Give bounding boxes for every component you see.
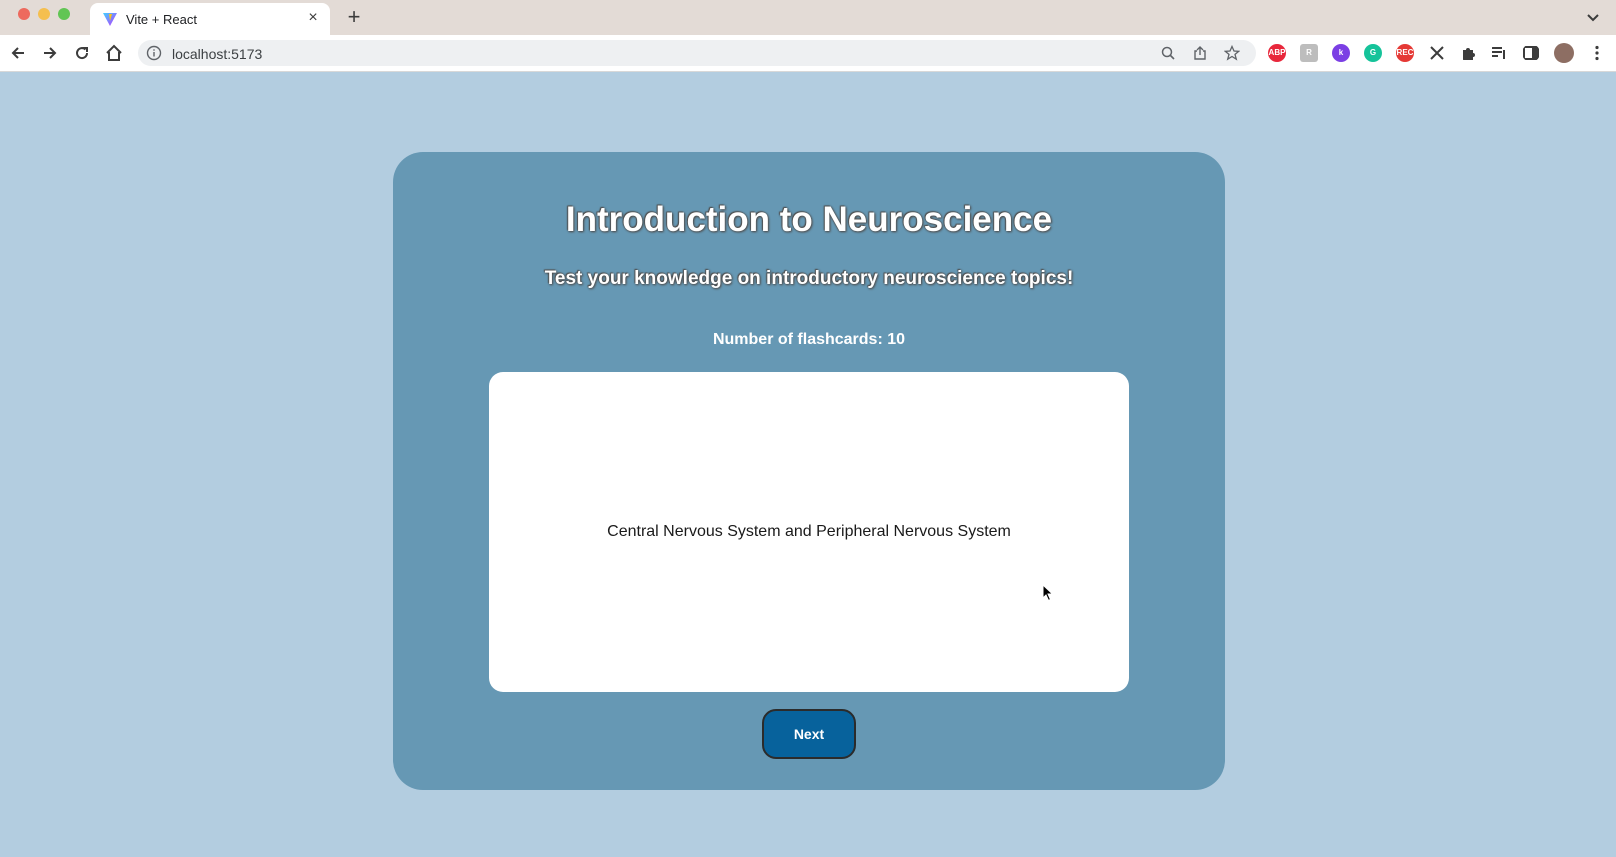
close-icon[interactable]: ×: [304, 9, 322, 27]
reload-icon[interactable]: [72, 43, 92, 63]
browser-tab[interactable]: Vite + React ×: [90, 3, 330, 35]
flashcard[interactable]: Central Nervous System and Peripheral Ne…: [489, 372, 1129, 692]
address-bar[interactable]: localhost:5173: [138, 40, 1256, 66]
recorder-icon[interactable]: REC: [1396, 44, 1414, 62]
close-window-button[interactable]: [18, 8, 30, 20]
info-icon[interactable]: [146, 45, 162, 61]
chevron-down-icon[interactable]: [1584, 8, 1602, 26]
vite-icon: [103, 13, 117, 26]
grammarly-icon[interactable]: G: [1364, 44, 1382, 62]
side-panel-icon[interactable]: [1522, 44, 1540, 62]
next-button[interactable]: Next: [762, 709, 856, 759]
maximize-window-button[interactable]: [58, 8, 70, 20]
adblock-plus-icon[interactable]: ABP: [1268, 44, 1286, 62]
search-icon[interactable]: [1160, 45, 1176, 61]
new-tab-button[interactable]: +: [342, 5, 366, 29]
more-vertical-icon[interactable]: [1588, 44, 1606, 62]
flashcard-text: Central Nervous System and Peripheral Ne…: [607, 523, 1011, 540]
home-icon[interactable]: [104, 43, 124, 63]
readwise-icon[interactable]: R: [1300, 44, 1318, 62]
tab-title: Vite + React: [126, 12, 197, 27]
browser-tabstrip: Vite + React × +: [0, 0, 1616, 35]
mouse-cursor-icon: [1042, 584, 1054, 602]
flashcard-app-container: Introduction to Neuroscience Test your k…: [393, 152, 1225, 790]
page-subtitle: Test your knowledge on introductory neur…: [544, 268, 1074, 289]
page-title: Introduction to Neuroscience: [565, 200, 1053, 239]
back-arrow-icon[interactable]: [8, 43, 28, 63]
star-icon[interactable]: [1224, 45, 1240, 61]
puzzle-icon[interactable]: [1460, 44, 1478, 62]
x-extension-icon[interactable]: [1428, 44, 1446, 62]
flashcard-count: Number of flashcards: 10: [712, 331, 906, 348]
url-text: localhost:5173: [172, 46, 263, 62]
klarna-icon[interactable]: k: [1332, 44, 1350, 62]
browser-toolbar: localhost:5173 ABP R k G REC: [0, 35, 1616, 72]
forward-arrow-icon[interactable]: [40, 43, 60, 63]
reading-list-icon[interactable]: [1490, 44, 1508, 62]
minimize-window-button[interactable]: [38, 8, 50, 20]
avatar[interactable]: [1554, 43, 1574, 63]
share-icon[interactable]: [1192, 45, 1208, 61]
